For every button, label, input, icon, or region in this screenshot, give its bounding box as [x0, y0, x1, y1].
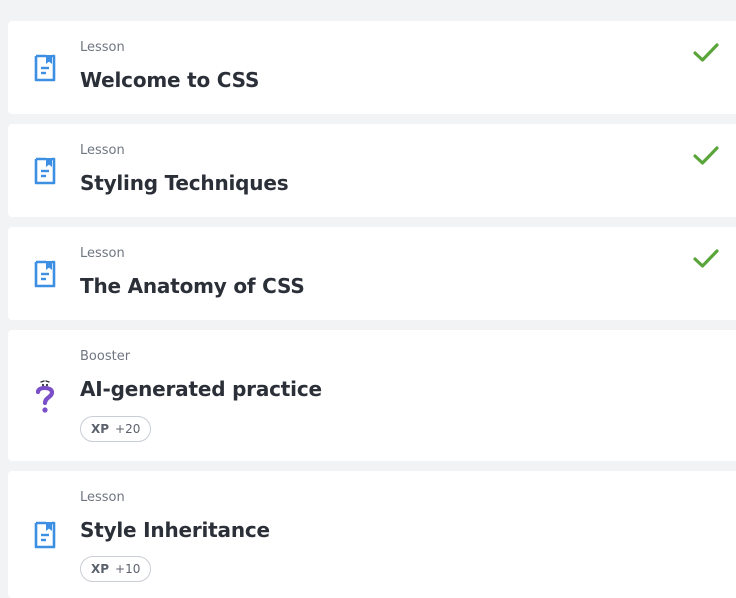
xp-label: XP [91, 422, 110, 436]
xp-badge: XP +20 [80, 416, 152, 442]
lesson-card[interactable]: Lesson Style Inheritance XP +10 [8, 471, 736, 598]
item-title[interactable]: AI-generated practice [80, 377, 322, 401]
lesson-card[interactable]: Lesson Styling Techniques [8, 124, 736, 217]
xp-value: +10 [115, 562, 141, 576]
check-icon [693, 43, 719, 62]
item-title[interactable]: Welcome to CSS [80, 68, 259, 92]
item-type-label: Lesson [80, 490, 125, 505]
item-title[interactable]: The Anatomy of CSS [80, 274, 305, 298]
question-mark-icon [32, 380, 58, 414]
item-title[interactable]: Style Inheritance [80, 518, 270, 542]
item-type-label: Lesson [80, 143, 125, 158]
booster-card[interactable]: Booster AI-generated practice XP +20 [8, 330, 736, 461]
lesson-icon [32, 520, 58, 550]
lesson-icon [32, 259, 58, 289]
lesson-card[interactable]: Lesson The Anatomy of CSS [8, 227, 736, 320]
check-icon [693, 146, 719, 165]
lesson-icon [32, 53, 58, 83]
xp-badge: XP +10 [80, 556, 152, 582]
item-title[interactable]: Styling Techniques [80, 171, 289, 195]
item-type-label: Lesson [80, 40, 125, 55]
lesson-card[interactable]: Lesson Welcome to CSS [8, 21, 736, 114]
xp-label: XP [91, 562, 110, 576]
check-icon [693, 249, 719, 268]
item-type-label: Booster [80, 349, 131, 364]
item-type-label: Lesson [80, 246, 125, 261]
xp-value: +20 [115, 422, 141, 436]
lesson-icon [32, 156, 58, 186]
